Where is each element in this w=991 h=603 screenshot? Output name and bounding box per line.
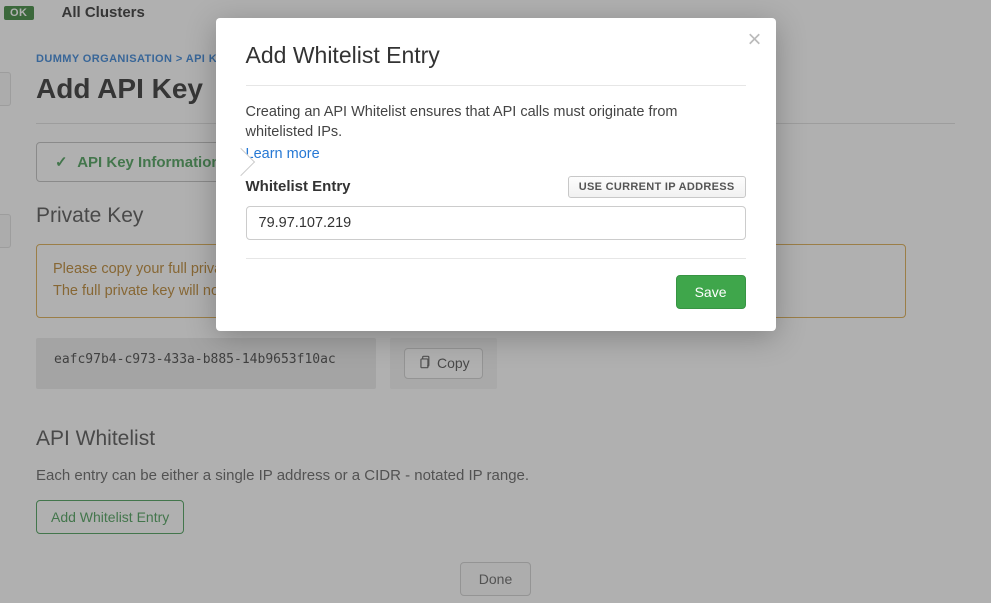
- whitelist-entry-label: Whitelist Entry: [246, 178, 351, 195]
- close-icon[interactable]: ×: [747, 28, 761, 52]
- modal-description: Creating an API Whitelist ensures that A…: [246, 102, 746, 143]
- add-whitelist-modal: × Add Whitelist Entry Creating an API Wh…: [216, 18, 776, 331]
- save-button[interactable]: Save: [676, 275, 746, 309]
- learn-more-link[interactable]: Learn more: [246, 146, 320, 162]
- whitelist-ip-input[interactable]: [246, 206, 746, 240]
- use-current-ip-button[interactable]: USE CURRENT IP ADDRESS: [568, 176, 746, 198]
- modal-title: Add Whitelist Entry: [246, 42, 746, 69]
- divider: [246, 85, 746, 86]
